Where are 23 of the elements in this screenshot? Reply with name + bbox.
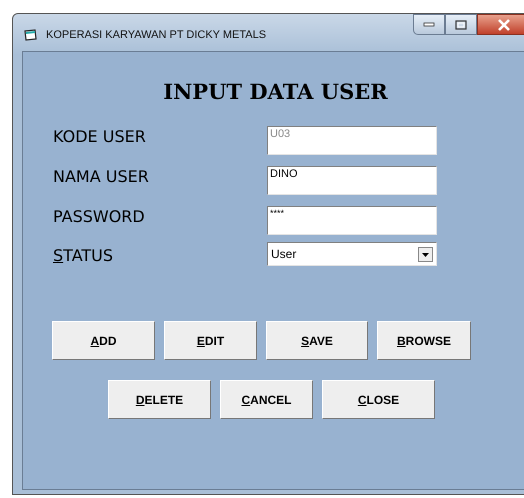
- form-heading: INPUT DATA USER: [162, 79, 389, 104]
- close-button[interactable]: [477, 14, 524, 35]
- maximize-button[interactable]: [445, 14, 477, 35]
- close-icon: [496, 18, 510, 30]
- action-button[interactable]: DELETE: [108, 380, 211, 419]
- minimize-button[interactable]: [413, 14, 445, 35]
- maximize-icon: [455, 20, 467, 30]
- action-button[interactable]: BROWSE: [377, 321, 471, 360]
- field-label: KODE USER: [53, 127, 147, 147]
- action-button[interactable]: CANCEL: [220, 380, 313, 419]
- field-label: STATUS: [53, 246, 114, 266]
- action-button[interactable]: ADD: [52, 321, 155, 360]
- dropdown-field[interactable]: User: [267, 242, 437, 266]
- window-icon: [24, 28, 38, 40]
- action-button[interactable]: CLOSE: [322, 380, 435, 419]
- input-field[interactable]: ****: [267, 206, 437, 235]
- field-label: NAMA USER: [53, 167, 150, 187]
- action-button[interactable]: EDIT: [164, 321, 257, 360]
- minimize-icon: [423, 22, 435, 28]
- action-button[interactable]: SAVE: [266, 321, 368, 360]
- field-label: PASSWORD: [53, 207, 146, 227]
- window-title: KOPERASI KARYAWAN PT DICKY METALS: [46, 28, 266, 40]
- input-field[interactable]: DINO: [267, 166, 437, 195]
